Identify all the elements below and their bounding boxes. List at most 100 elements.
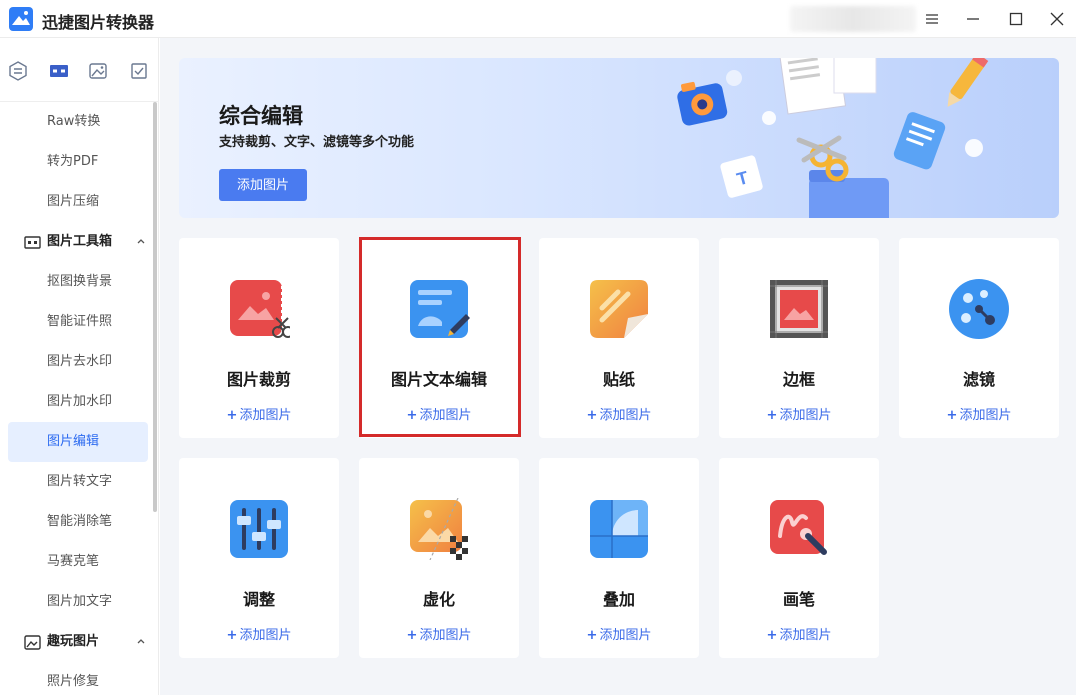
card-add-link[interactable]: + 添加图片 bbox=[359, 404, 519, 423]
main-content: 综合编辑 支持裁剪、文字、滤镜等多个功能 添加图片 T 图片裁剪 + 添加图片 图… bbox=[160, 38, 1076, 695]
card-add-label: 添加图片 bbox=[239, 408, 292, 423]
card-crop[interactable]: 图片裁剪 + 添加图片 bbox=[179, 238, 339, 438]
sidebar-item-compress[interactable]: 图片压缩 bbox=[8, 182, 148, 222]
maximize-button[interactable] bbox=[1003, 6, 1029, 32]
sidebar-group-label: 趣玩图片 bbox=[47, 634, 100, 649]
sidebar-item-add-watermark[interactable]: 图片加水印 bbox=[8, 382, 148, 422]
card-adjust[interactable]: 调整 + 添加图片 bbox=[179, 458, 339, 658]
banner-subtitle: 支持裁剪、文字、滤镜等多个功能 bbox=[219, 135, 415, 150]
plus-icon: + bbox=[406, 628, 418, 643]
sticker-icon bbox=[590, 280, 648, 338]
app-title: 迅捷图片转换器 bbox=[42, 13, 155, 32]
card-add-label: 添加图片 bbox=[419, 628, 472, 643]
overlay-icon bbox=[590, 500, 648, 558]
tab-fun-image[interactable] bbox=[87, 60, 109, 82]
plus-icon: + bbox=[406, 408, 418, 423]
card-filter[interactable]: 滤镜 + 添加图片 bbox=[899, 238, 1059, 438]
sidebar-tabs bbox=[0, 38, 159, 102]
card-blur[interactable]: 虚化 + 添加图片 bbox=[359, 458, 519, 658]
tab-toolbox[interactable] bbox=[48, 60, 70, 82]
sidebar-item-add-text[interactable]: 图片加文字 bbox=[8, 582, 148, 622]
sidebar-group-fun[interactable]: 趣玩图片 bbox=[8, 622, 148, 662]
card-title: 图片裁剪 bbox=[226, 370, 291, 389]
card-add-link[interactable]: + 添加图片 bbox=[359, 624, 519, 643]
card-add-link[interactable]: + 添加图片 bbox=[539, 624, 699, 643]
app-logo-icon bbox=[9, 7, 33, 31]
sidebar-item-remove-watermark[interactable]: 图片去水印 bbox=[8, 342, 148, 382]
maximize-icon bbox=[1009, 12, 1023, 26]
toolbox-icon bbox=[24, 236, 41, 249]
card-add-label: 添加图片 bbox=[419, 408, 472, 423]
card-add-link[interactable]: + 添加图片 bbox=[719, 624, 879, 643]
tab-tasks[interactable] bbox=[128, 60, 150, 82]
minimize-button[interactable] bbox=[960, 6, 986, 32]
sidebar-item-mosaic[interactable]: 马赛克笔 bbox=[8, 542, 148, 582]
sidebar-item-id-photo[interactable]: 智能证件照 bbox=[8, 302, 148, 342]
close-button[interactable] bbox=[1044, 6, 1070, 32]
blur-icon bbox=[410, 498, 468, 560]
card-brush[interactable]: 画笔 + 添加图片 bbox=[719, 458, 879, 658]
banner: 综合编辑 支持裁剪、文字、滤镜等多个功能 添加图片 T bbox=[179, 58, 1059, 218]
card-title: 画笔 bbox=[782, 590, 815, 609]
card-add-label: 添加图片 bbox=[599, 408, 652, 423]
sidebar-item-cutout[interactable]: 抠图换背景 bbox=[8, 262, 148, 302]
card-add-link[interactable]: + 添加图片 bbox=[719, 404, 879, 423]
card-add-label: 添加图片 bbox=[239, 628, 292, 643]
plus-icon: + bbox=[226, 408, 238, 423]
card-title: 滤镜 bbox=[962, 370, 995, 389]
card-overlay[interactable]: 叠加 + 添加图片 bbox=[539, 458, 699, 658]
card-add-label: 添加图片 bbox=[779, 628, 832, 643]
sidebar-item-eraser[interactable]: 智能消除笔 bbox=[8, 502, 148, 542]
card-add-label: 添加图片 bbox=[959, 408, 1012, 423]
frame-icon bbox=[770, 280, 828, 338]
card-add-link[interactable]: + 添加图片 bbox=[539, 404, 699, 423]
plus-icon: + bbox=[766, 628, 778, 643]
card-title: 叠加 bbox=[602, 590, 635, 609]
sidebar-item-ocr[interactable]: 图片转文字 bbox=[8, 462, 148, 502]
minimize-icon bbox=[967, 18, 979, 20]
card-frame[interactable]: 边框 + 添加图片 bbox=[719, 238, 879, 438]
card-add-label: 添加图片 bbox=[599, 628, 652, 643]
sidebar-scrollbar[interactable] bbox=[153, 102, 157, 512]
close-icon bbox=[1050, 12, 1064, 26]
menu-icon bbox=[926, 14, 938, 24]
sidebar-group-toolbox[interactable]: 图片工具箱 bbox=[8, 222, 148, 262]
adjust-icon bbox=[230, 500, 288, 558]
card-title: 图片文本编辑 bbox=[390, 370, 487, 389]
checklist-icon bbox=[131, 63, 147, 79]
chevron-up-icon bbox=[137, 239, 145, 244]
tab-convert[interactable] bbox=[7, 60, 29, 82]
card-add-link[interactable]: + 添加图片 bbox=[179, 404, 339, 423]
blurred-account-area bbox=[790, 6, 916, 32]
sidebar-item-image-edit[interactable]: 图片编辑 bbox=[8, 422, 148, 462]
image-icon bbox=[24, 635, 41, 650]
plus-icon: + bbox=[226, 628, 238, 643]
card-add-label: 添加图片 bbox=[779, 408, 832, 423]
sidebar-item-photo-restore[interactable]: 照片修复 bbox=[8, 662, 148, 695]
convert-icon bbox=[9, 61, 27, 81]
plus-icon: + bbox=[586, 628, 598, 643]
chevron-up-icon bbox=[137, 639, 145, 644]
brush-icon bbox=[770, 500, 827, 555]
banner-add-image-button[interactable]: 添加图片 bbox=[219, 169, 307, 201]
menu-button[interactable] bbox=[919, 6, 945, 32]
banner-title: 综合编辑 bbox=[219, 104, 303, 128]
toolbox-icon bbox=[50, 65, 68, 77]
plus-icon: + bbox=[766, 408, 778, 423]
card-text-edit[interactable]: 图片文本编辑 + 添加图片 bbox=[359, 238, 519, 438]
plus-icon: + bbox=[946, 408, 958, 423]
card-title: 虚化 bbox=[422, 590, 455, 609]
crop-icon bbox=[230, 280, 290, 338]
card-title: 边框 bbox=[782, 370, 815, 389]
text-edit-icon bbox=[410, 280, 470, 338]
sidebar-item-to-pdf[interactable]: 转为PDF bbox=[8, 142, 148, 182]
card-sticker[interactable]: 贴纸 + 添加图片 bbox=[539, 238, 699, 438]
plus-icon: + bbox=[586, 408, 598, 423]
sidebar-item-raw[interactable]: Raw转换 bbox=[8, 102, 148, 142]
image-icon bbox=[89, 63, 107, 79]
sidebar-group-label: 图片工具箱 bbox=[47, 234, 113, 249]
card-title: 贴纸 bbox=[602, 370, 635, 389]
banner-illustration-icon: T bbox=[677, 58, 989, 218]
card-add-link[interactable]: + 添加图片 bbox=[899, 404, 1059, 423]
card-add-link[interactable]: + 添加图片 bbox=[179, 624, 339, 643]
